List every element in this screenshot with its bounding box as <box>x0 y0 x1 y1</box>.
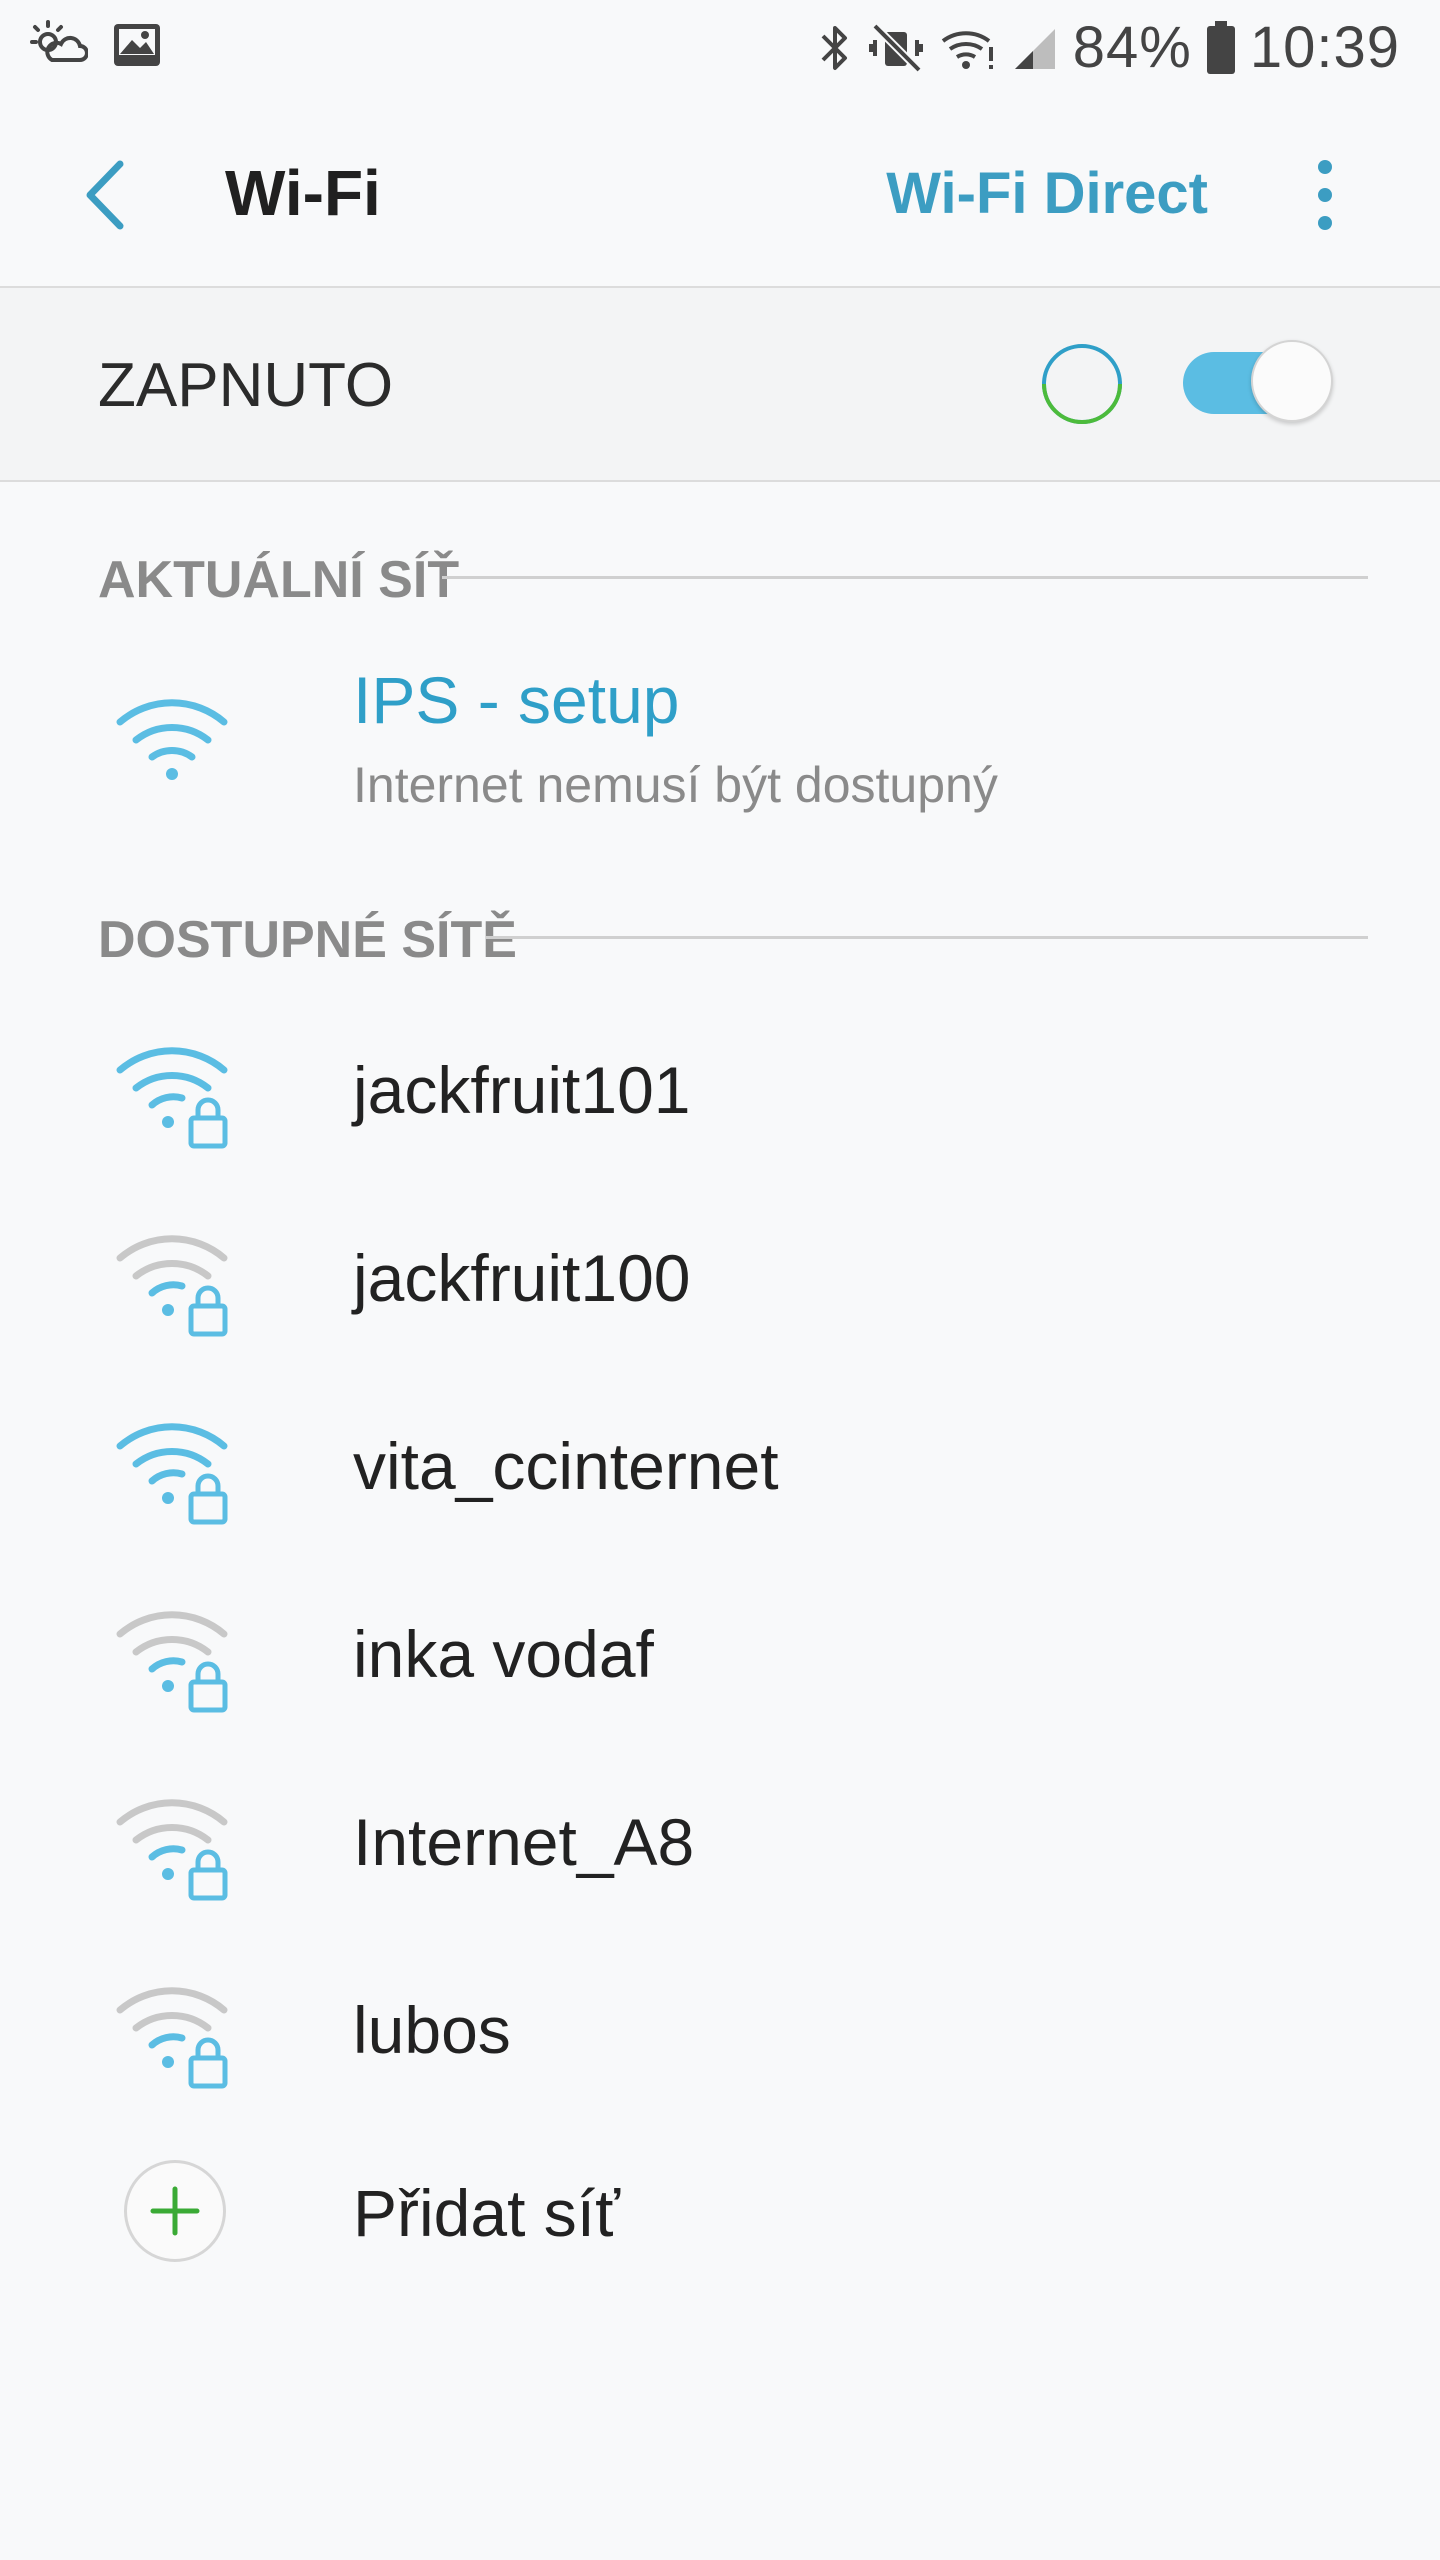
network-name: lubos <box>353 1993 511 2067</box>
status-left <box>30 20 162 75</box>
signal-icon <box>1011 23 1059 73</box>
network-list-item[interactable]: jackfruit100 <box>0 1182 1440 1370</box>
page-title: Wi-Fi <box>225 157 381 229</box>
bluetooth-icon <box>815 20 855 76</box>
network-name: vita_ccinternet <box>353 1429 779 1503</box>
status-bar: 84% 10:39 <box>0 0 1440 100</box>
current-network-name: IPS - setup <box>353 663 680 737</box>
network-list-item[interactable]: vita_ccinternet <box>0 1370 1440 1558</box>
section-divider <box>486 936 1368 939</box>
network-list-item[interactable]: jackfruit101 <box>0 994 1440 1182</box>
add-network-label: Přidat síť <box>353 2176 620 2250</box>
wifi-toggle[interactable] <box>1183 340 1333 426</box>
switch-label: ZAPNUTO <box>98 351 394 420</box>
switch-divider <box>0 480 1440 482</box>
wifi-lock-icon <box>116 1235 228 1337</box>
wifi-lock-icon <box>116 1799 228 1901</box>
clock: 10:39 <box>1249 15 1400 80</box>
weather-icon <box>30 20 89 75</box>
wifi-lock-icon <box>116 1611 228 1713</box>
chevron-left-icon <box>86 160 124 230</box>
available-networks-header: DOSTUPNÉ SÍTĚ <box>98 911 517 969</box>
wifi-direct-button[interactable]: Wi-Fi Direct <box>886 160 1208 227</box>
status-right: 84% 10:39 <box>815 14 1400 81</box>
image-icon <box>112 22 162 73</box>
network-name: inka vodaf <box>353 1617 654 1691</box>
add-network-button[interactable] <box>124 2160 226 2262</box>
current-network-header: AKTUÁLNÍ SÍŤ <box>98 551 460 609</box>
current-network-row[interactable] <box>0 620 1440 860</box>
wifi-lock-icon <box>116 1423 228 1525</box>
back-button[interactable] <box>70 150 150 240</box>
more-vertical-icon <box>1318 160 1332 230</box>
wifi-status-icon <box>939 23 997 73</box>
network-list-item[interactable]: inka vodaf <box>0 1558 1440 1746</box>
network-name: jackfruit100 <box>353 1241 691 1315</box>
toggle-knob <box>1251 340 1333 422</box>
app-bar: Wi-Fi Wi-Fi Direct <box>0 100 1440 286</box>
network-name: jackfruit101 <box>353 1053 691 1127</box>
wifi-master-switch-row[interactable]: ZAPNUTO <box>0 288 1440 480</box>
mute-icon <box>868 20 925 76</box>
current-network-status: Internet nemusí být dostupný <box>353 757 998 813</box>
section-divider <box>442 576 1368 579</box>
wifi-icon <box>116 699 228 780</box>
wifi-lock-icon <box>116 1047 228 1149</box>
wifi-lock-icon <box>116 1987 228 2089</box>
more-options-button[interactable] <box>1300 155 1350 235</box>
scanning-progress-icon <box>1042 344 1122 424</box>
plus-icon <box>150 2186 200 2236</box>
battery-percent: 84% <box>1072 15 1192 80</box>
battery-icon <box>1206 20 1236 75</box>
network-list-item[interactable]: Internet_A8 <box>0 1746 1440 1934</box>
network-name: Internet_A8 <box>353 1805 695 1879</box>
network-list-item[interactable]: lubos <box>0 1934 1440 2122</box>
